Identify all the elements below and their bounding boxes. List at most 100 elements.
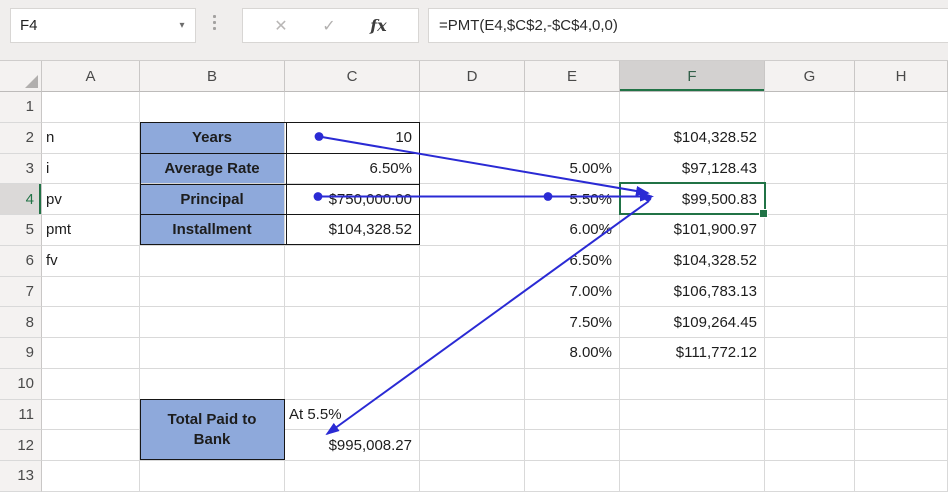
cell-G12[interactable] xyxy=(765,430,855,461)
cell-H3[interactable] xyxy=(855,154,948,185)
cell-C9[interactable] xyxy=(285,338,420,369)
cell-F2[interactable]: $104,328.52 xyxy=(620,123,765,154)
cell-B9[interactable] xyxy=(140,338,285,369)
cell-H11[interactable] xyxy=(855,400,948,431)
cell-E12[interactable] xyxy=(525,430,620,461)
cell-D4[interactable] xyxy=(420,184,525,215)
cell-H5[interactable] xyxy=(855,215,948,246)
row-header-10[interactable]: 10 xyxy=(0,369,42,400)
cell-A5[interactable]: pmt xyxy=(42,215,140,246)
cell-F7[interactable]: $106,783.13 xyxy=(620,277,765,308)
row-header-8[interactable]: 8 xyxy=(0,307,42,338)
cell-E5[interactable]: 6.00% xyxy=(525,215,620,246)
cell-G11[interactable] xyxy=(765,400,855,431)
cell-E9[interactable]: 8.00% xyxy=(525,338,620,369)
row-header-12[interactable]: 12 xyxy=(0,430,42,461)
name-box-dropdown-icon[interactable]: ▾ xyxy=(169,20,195,31)
cell-A8[interactable] xyxy=(42,307,140,338)
cell-E6[interactable]: 6.50% xyxy=(525,246,620,277)
cell-G1[interactable] xyxy=(765,92,855,123)
cell-B4[interactable]: Principal xyxy=(140,184,285,215)
cell-A1[interactable] xyxy=(42,92,140,123)
cell-C4[interactable]: $750,000.00 xyxy=(285,184,420,215)
cell-A11[interactable] xyxy=(42,400,140,431)
cell-C7[interactable] xyxy=(285,277,420,308)
select-all-corner[interactable] xyxy=(0,61,42,92)
cell-D2[interactable] xyxy=(420,123,525,154)
cell-E11[interactable] xyxy=(525,400,620,431)
cell-D7[interactable] xyxy=(420,277,525,308)
row-header-7[interactable]: 7 xyxy=(0,277,42,308)
cell-G5[interactable] xyxy=(765,215,855,246)
cancel-icon[interactable]: ✕ xyxy=(274,16,287,36)
cell-F10[interactable] xyxy=(620,369,765,400)
cell-G8[interactable] xyxy=(765,307,855,338)
name-box[interactable]: F4 ▾ xyxy=(10,8,196,43)
cell-G9[interactable] xyxy=(765,338,855,369)
cell-B11[interactable]: Total Paid to Bank xyxy=(140,400,285,462)
cell-F8[interactable]: $109,264.45 xyxy=(620,307,765,338)
cell-B6[interactable] xyxy=(140,246,285,277)
cell-F4[interactable]: $99,500.83 xyxy=(620,184,765,215)
cell-C12[interactable]: $995,008.27 xyxy=(285,430,420,461)
cell-B10[interactable] xyxy=(140,369,285,400)
cell-H10[interactable] xyxy=(855,369,948,400)
cell-E2[interactable] xyxy=(525,123,620,154)
cell-D12[interactable] xyxy=(420,430,525,461)
cell-C11[interactable]: At 5.5% xyxy=(285,400,420,431)
cell-B13[interactable] xyxy=(140,461,285,492)
insert-function-icon[interactable]: fx xyxy=(370,16,386,35)
cell-A3[interactable]: i xyxy=(42,154,140,185)
cell-D10[interactable] xyxy=(420,369,525,400)
cell-B8[interactable] xyxy=(140,307,285,338)
cell-G2[interactable] xyxy=(765,123,855,154)
cell-H7[interactable] xyxy=(855,277,948,308)
cell-H6[interactable] xyxy=(855,246,948,277)
cell-D11[interactable] xyxy=(420,400,525,431)
cell-H8[interactable] xyxy=(855,307,948,338)
cell-B2[interactable]: Years xyxy=(140,123,285,154)
cell-D1[interactable] xyxy=(420,92,525,123)
column-header-C[interactable]: C xyxy=(285,61,420,92)
row-header-1[interactable]: 1 xyxy=(0,92,42,123)
cell-A6[interactable]: fv xyxy=(42,246,140,277)
cell-C8[interactable] xyxy=(285,307,420,338)
column-header-F[interactable]: F xyxy=(620,61,765,92)
cell-B5[interactable]: Installment xyxy=(140,215,285,246)
cell-G6[interactable] xyxy=(765,246,855,277)
cell-H1[interactable] xyxy=(855,92,948,123)
cell-F11[interactable] xyxy=(620,400,765,431)
row-header-4[interactable]: 4 xyxy=(0,184,42,215)
cell-E7[interactable]: 7.00% xyxy=(525,277,620,308)
cell-F6[interactable]: $104,328.52 xyxy=(620,246,765,277)
cell-A12[interactable] xyxy=(42,430,140,461)
cell-G4[interactable] xyxy=(765,184,855,215)
cell-C10[interactable] xyxy=(285,369,420,400)
row-header-11[interactable]: 11 xyxy=(0,400,42,431)
cell-F13[interactable] xyxy=(620,461,765,492)
cell-H2[interactable] xyxy=(855,123,948,154)
column-header-A[interactable]: A xyxy=(42,61,140,92)
column-header-E[interactable]: E xyxy=(525,61,620,92)
cell-E4[interactable]: 5.50% xyxy=(525,184,620,215)
formula-bar-resize-handle[interactable] xyxy=(213,15,216,30)
cell-D6[interactable] xyxy=(420,246,525,277)
row-header-3[interactable]: 3 xyxy=(0,154,42,185)
enter-icon[interactable]: ✓ xyxy=(322,16,335,36)
formula-input[interactable]: =PMT(E4,$C$2,-$C$4,0,0) xyxy=(428,8,948,43)
cell-D9[interactable] xyxy=(420,338,525,369)
cell-A7[interactable] xyxy=(42,277,140,308)
cell-A13[interactable] xyxy=(42,461,140,492)
cell-F9[interactable]: $111,772.12 xyxy=(620,338,765,369)
cell-D8[interactable] xyxy=(420,307,525,338)
cell-E8[interactable]: 7.50% xyxy=(525,307,620,338)
cell-H4[interactable] xyxy=(855,184,948,215)
cell-C6[interactable] xyxy=(285,246,420,277)
row-header-6[interactable]: 6 xyxy=(0,246,42,277)
row-header-5[interactable]: 5 xyxy=(0,215,42,246)
fill-handle[interactable] xyxy=(759,209,768,218)
cell-F5[interactable]: $101,900.97 xyxy=(620,215,765,246)
cell-C2[interactable]: 10 xyxy=(285,123,420,154)
cell-A10[interactable] xyxy=(42,369,140,400)
cell-F1[interactable] xyxy=(620,92,765,123)
